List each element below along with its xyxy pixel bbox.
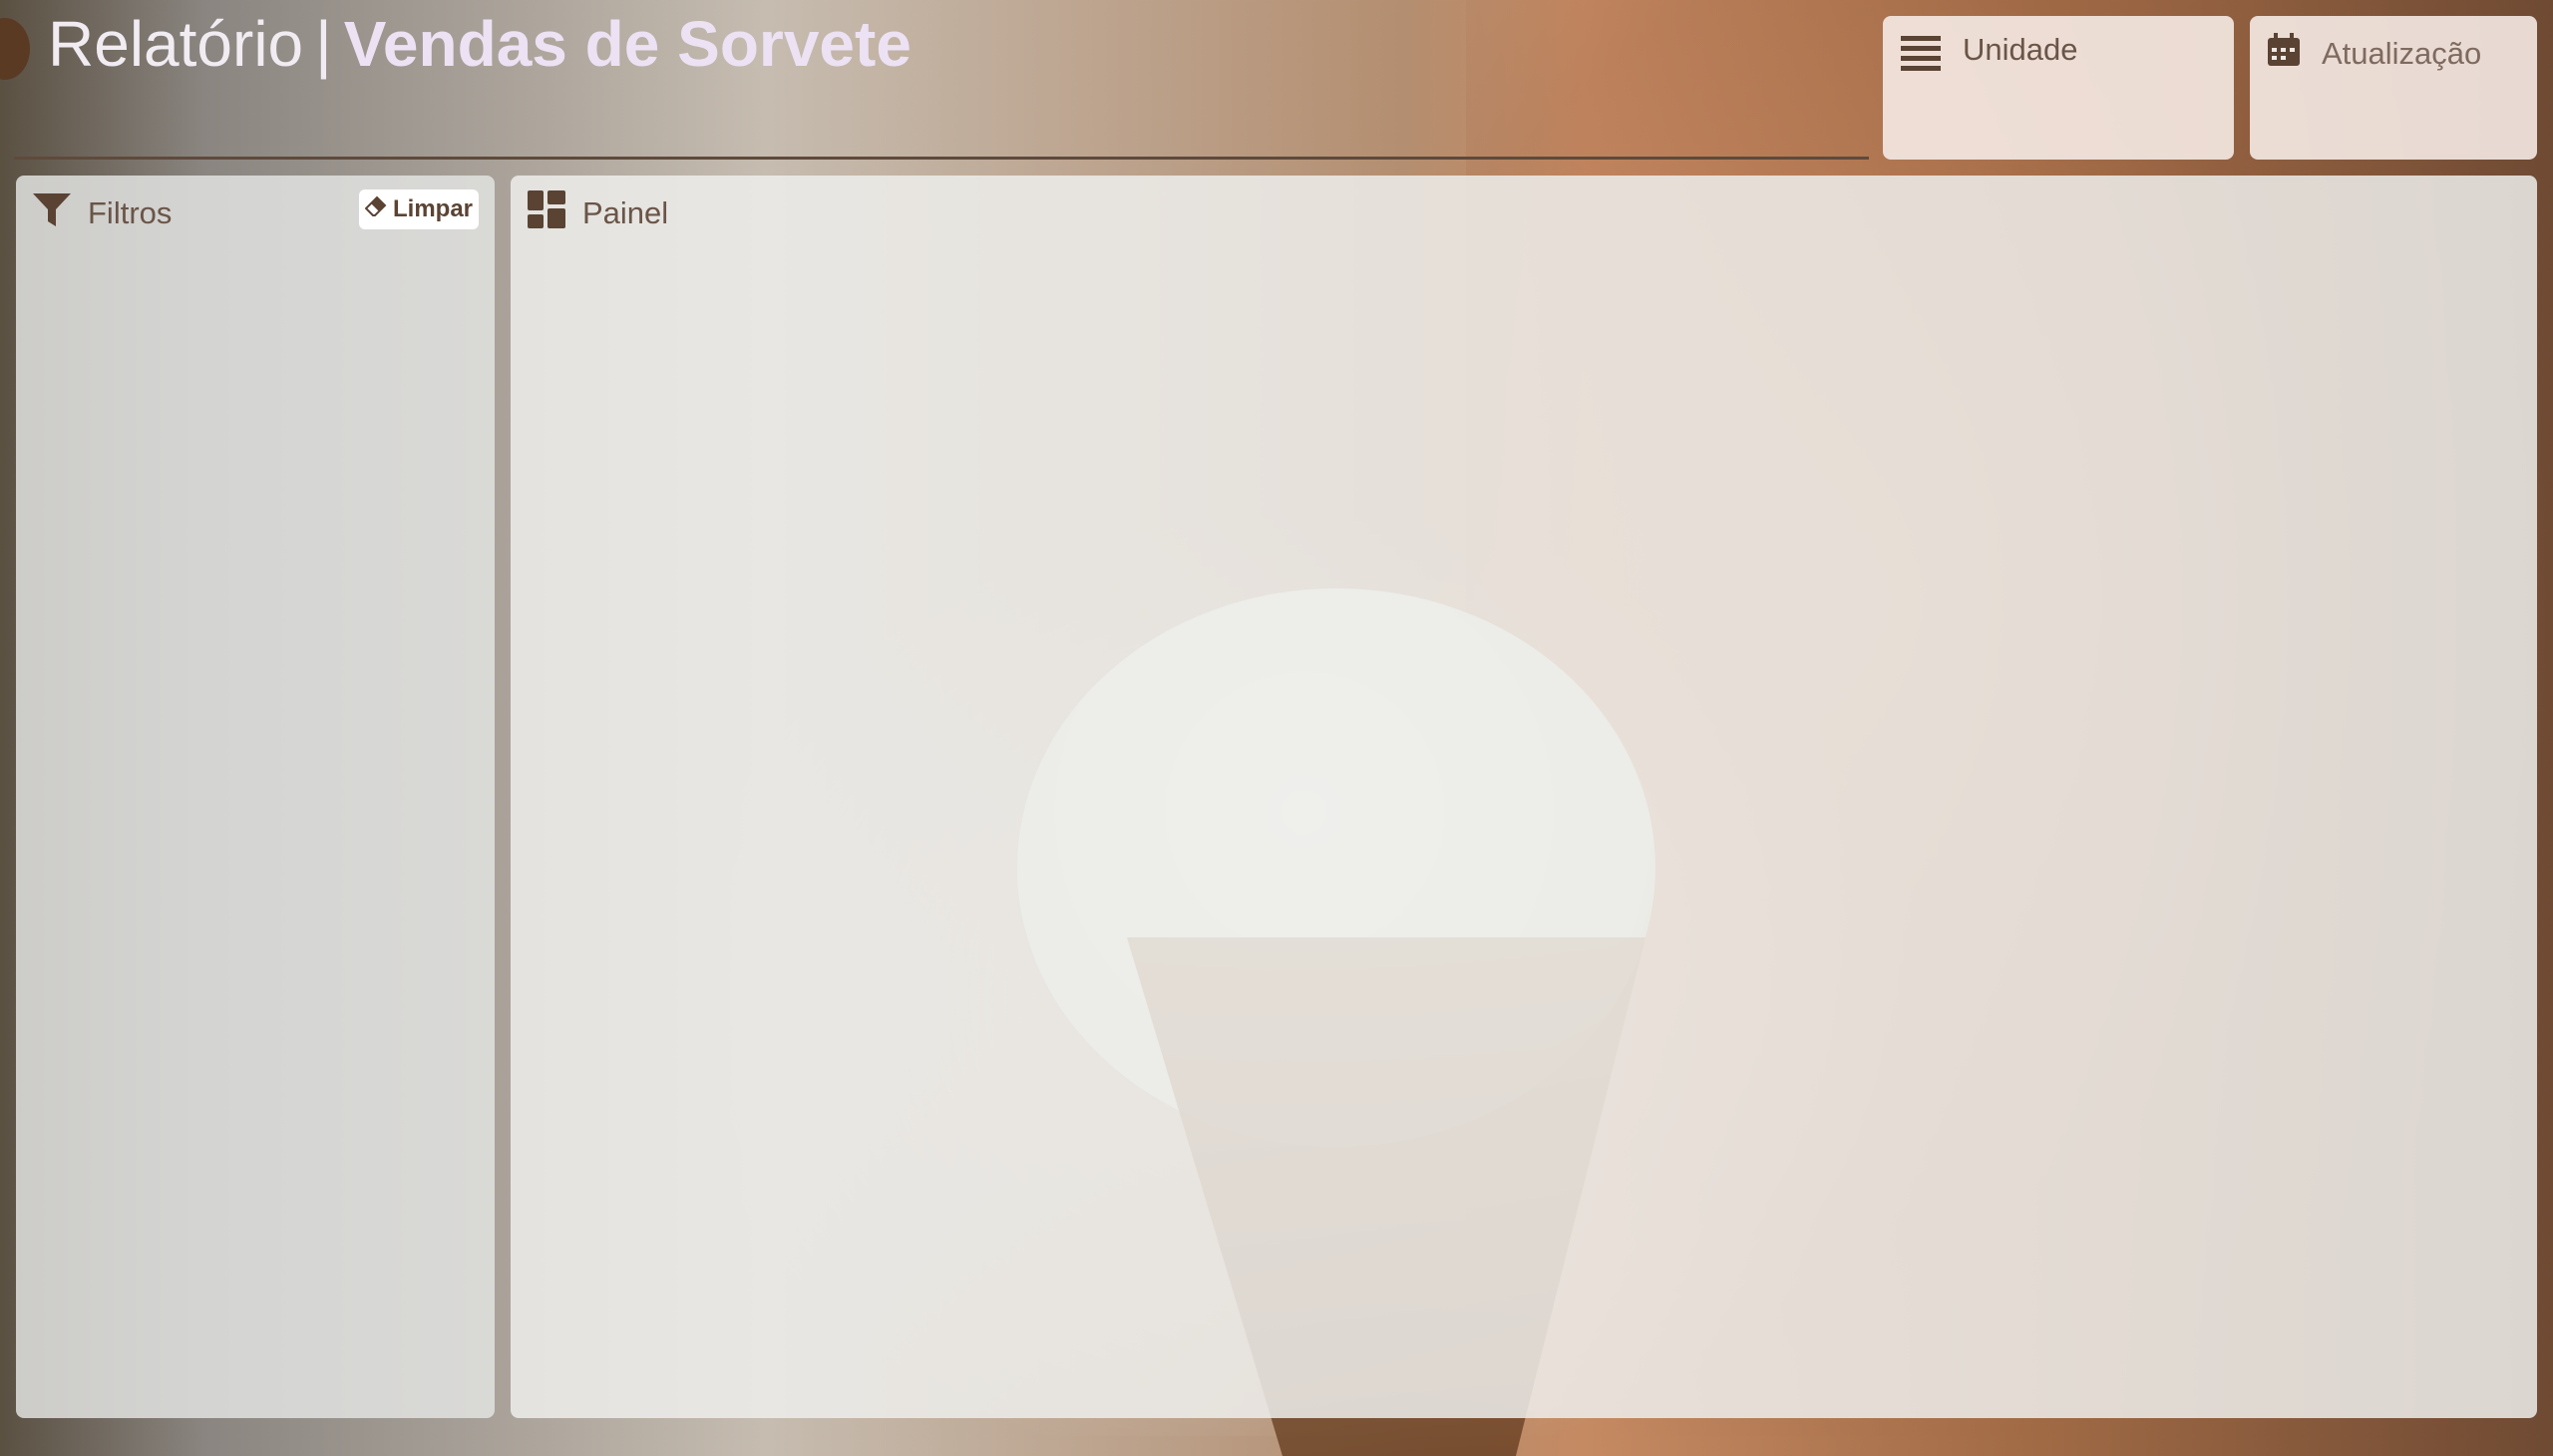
filters-panel: Filtros Limpar [16,176,495,1418]
list-icon [1899,32,1943,81]
dashboard-title: Painel [582,195,669,230]
clear-filters-button[interactable]: Limpar [359,189,479,229]
dashboard-icon [527,189,566,234]
calendar-icon [2266,32,2302,73]
header-divider [14,157,1869,160]
atualizacao-card[interactable]: Atualização [2250,16,2537,160]
page-title-bold: Vendas de Sorvete [343,8,912,80]
eraser-icon [364,195,387,224]
unidade-card[interactable]: Unidade [1883,16,2234,160]
filter-icon [32,189,72,234]
logo-mark [0,18,30,80]
title-separator: | [315,8,332,80]
unidade-label: Unidade [1963,32,2078,67]
clear-filters-label: Limpar [392,195,473,222]
atualizacao-label: Atualização [2322,36,2482,71]
page-title-light: Relatório [48,8,304,80]
dashboard-panel: Painel [511,176,2537,1418]
filters-title: Filtros [88,195,173,230]
page-title: Relatório | Vendas de Sorvete [48,4,912,84]
